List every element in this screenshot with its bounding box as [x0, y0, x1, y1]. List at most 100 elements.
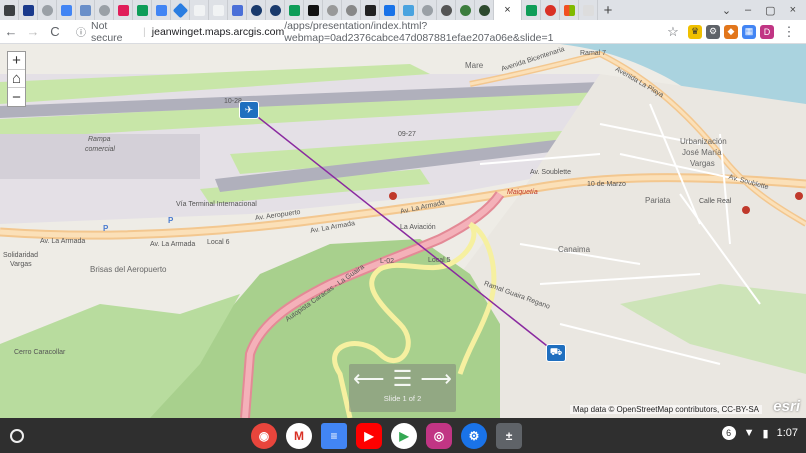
chromeos-shelf: ◉ M ≡ ▶ ▶ ◎ ⚙ ± 6 ▼ ▮ 1:07: [0, 418, 806, 453]
dark-app-icon: [307, 4, 319, 16]
tab[interactable]: [579, 0, 598, 20]
slide-count: Slide 1 of 2: [383, 394, 422, 403]
globe-icon: [41, 4, 53, 16]
tab-search-icon[interactable]: ⌄: [722, 4, 731, 17]
extension-fox-icon[interactable]: ◆: [724, 24, 738, 39]
tab[interactable]: [285, 0, 304, 20]
map-label: Local 6: [207, 239, 230, 246]
extension-gear-icon[interactable]: ⚙: [706, 24, 720, 39]
tab[interactable]: [522, 0, 541, 20]
sheets-icon: [525, 4, 537, 16]
map-label: Cerro Caracollar: [14, 349, 66, 356]
extension-d-icon[interactable]: D: [760, 24, 774, 39]
tab[interactable]: [38, 0, 57, 20]
zoom-controls: + ⌂ −: [7, 51, 26, 107]
instagram-app-icon[interactable]: ◎: [426, 423, 452, 449]
settings-app-icon[interactable]: ⚙: [461, 423, 487, 449]
map-label: Rampa: [88, 136, 111, 143]
zoom-in-button[interactable]: +: [8, 52, 25, 70]
url-path: /apps/presentation/index.html?webmap=0ad…: [284, 19, 554, 44]
tab[interactable]: [437, 0, 456, 20]
url-host: jeanwinget.maps.arcgis.com: [151, 25, 285, 38]
map-view[interactable]: Mare Avenida Bicentenaria Ramal 7 Avenid…: [0, 44, 806, 418]
tab[interactable]: [0, 0, 19, 20]
tab[interactable]: [456, 0, 475, 20]
map-label: Mare: [465, 61, 484, 70]
info-icon[interactable]: ⓘ: [76, 24, 86, 39]
globe-icon: [421, 4, 433, 16]
airport-marker-icon[interactable]: ✈: [239, 101, 259, 119]
transport-marker-icon[interactable]: ⛟: [546, 344, 566, 362]
tab[interactable]: [399, 0, 418, 20]
map-label: Maiquetía: [507, 189, 538, 196]
globe-icon: [98, 4, 110, 16]
tab[interactable]: [361, 0, 380, 20]
map-label: Vargas: [690, 159, 715, 168]
close-tab-icon[interactable]: ×: [504, 4, 510, 16]
gmail-app-icon[interactable]: M: [286, 423, 312, 449]
tab[interactable]: [171, 0, 190, 20]
separator: |: [143, 25, 146, 38]
reload-button[interactable]: C: [44, 24, 66, 39]
slack-icon: [117, 4, 129, 16]
browser-toolbar: ← → C ⓘ Not secure | jeanwinget.maps.arc…: [0, 20, 806, 44]
clock: 1:07: [776, 427, 798, 439]
tab[interactable]: [247, 0, 266, 20]
slide-menu-button[interactable]: ☰: [393, 366, 413, 392]
tab[interactable]: [304, 0, 323, 20]
back-button[interactable]: ←: [0, 24, 22, 39]
tab[interactable]: [418, 0, 437, 20]
new-tab-button[interactable]: +: [598, 2, 618, 19]
sheets-icon: [136, 4, 148, 16]
tab[interactable]: [57, 0, 76, 20]
extension-grid-icon[interactable]: ▦: [742, 24, 756, 39]
tab[interactable]: [323, 0, 342, 20]
play-icon: [383, 4, 395, 16]
tab-active[interactable]: ×: [494, 0, 522, 20]
zoom-out-button[interactable]: −: [8, 88, 25, 106]
chrome-app-icon[interactable]: ◉: [251, 423, 277, 449]
circle-icon: [345, 4, 357, 16]
youtube-app-icon[interactable]: ▶: [356, 423, 382, 449]
bookmark-star-icon[interactable]: ☆: [662, 24, 684, 40]
calculator-app-icon[interactable]: ±: [496, 423, 522, 449]
map-label: 09-27: [398, 131, 416, 138]
esri-logo: esri: [773, 398, 800, 415]
tab[interactable]: [541, 0, 560, 20]
minimize-icon[interactable]: –: [745, 4, 751, 17]
next-slide-button[interactable]: ⟶: [420, 366, 452, 392]
tab[interactable]: [190, 0, 209, 20]
tab[interactable]: [95, 0, 114, 20]
image-icon: [79, 4, 91, 16]
tab[interactable]: [266, 0, 285, 20]
forward-button[interactable]: →: [22, 24, 44, 39]
window-icon: [402, 4, 414, 16]
map-canvas: [0, 44, 806, 418]
launcher-icon[interactable]: [10, 428, 24, 443]
tab[interactable]: [19, 0, 38, 20]
tab[interactable]: [152, 0, 171, 20]
tab[interactable]: [209, 0, 228, 20]
notification-count: 6: [721, 426, 736, 440]
tab[interactable]: [114, 0, 133, 20]
tab[interactable]: [475, 0, 494, 20]
map-label: Ramal 7: [580, 50, 607, 57]
status-tray[interactable]: 6 ▼ ▮ 1:07: [721, 426, 798, 440]
tab[interactable]: [560, 0, 579, 20]
tab[interactable]: [228, 0, 247, 20]
close-window-icon[interactable]: ×: [790, 4, 796, 17]
play-store-app-icon[interactable]: ▶: [391, 423, 417, 449]
browser-menu-icon[interactable]: ⋮: [778, 24, 800, 40]
address-bar[interactable]: ⓘ Not secure | jeanwinget.maps.arcgis.co…: [70, 19, 658, 44]
maximize-icon[interactable]: ▢: [765, 4, 775, 17]
tab[interactable]: [76, 0, 95, 20]
tab[interactable]: [133, 0, 152, 20]
home-button[interactable]: ⌂: [8, 70, 25, 88]
blank-page-icon: [193, 4, 205, 16]
docs-app-icon[interactable]: ≡: [321, 423, 347, 449]
map-label: Av. La Armada: [150, 241, 196, 248]
extension-crown-icon[interactable]: ♛: [688, 24, 702, 39]
tab[interactable]: [342, 0, 361, 20]
tab[interactable]: [380, 0, 399, 20]
previous-slide-button[interactable]: ⟵: [353, 366, 385, 392]
